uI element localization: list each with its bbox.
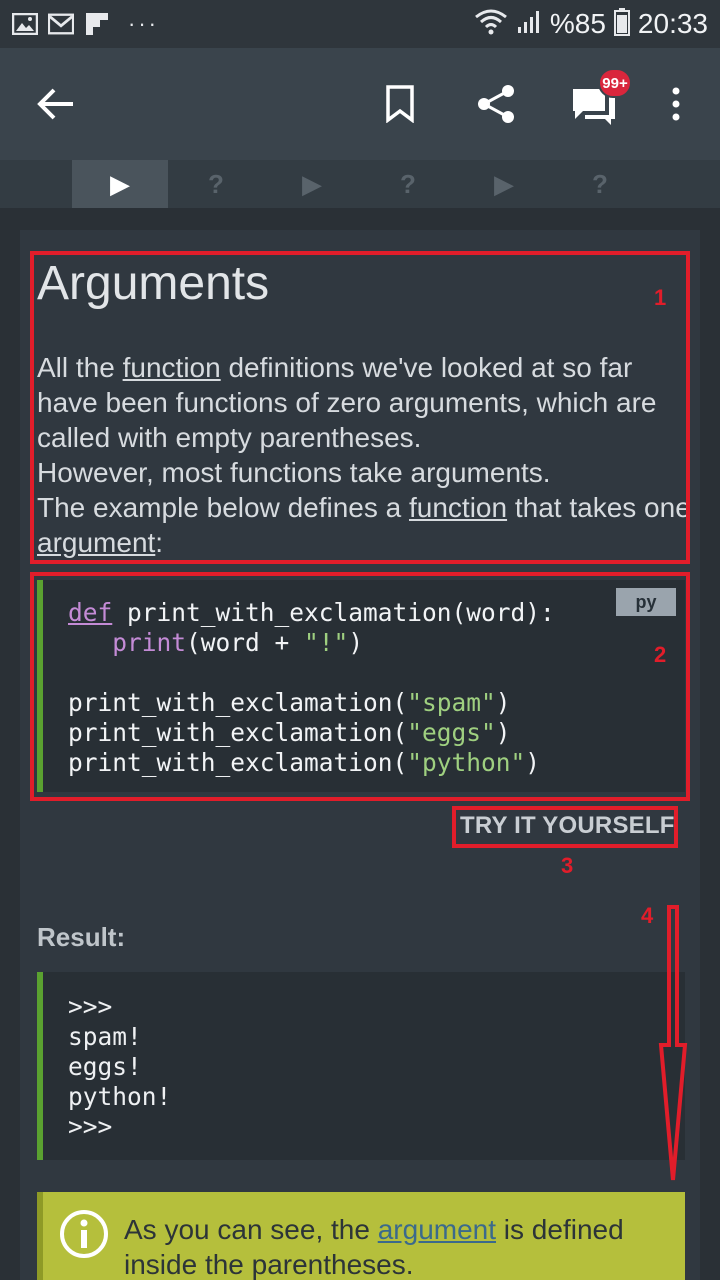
result-label: Result: (37, 922, 126, 952)
gallery-icon (12, 12, 38, 36)
annotation-number-2: 2 (654, 642, 667, 667)
tab-lesson-2[interactable]: ▶ (264, 160, 360, 208)
signal-icon (516, 9, 542, 40)
annotation-box-3 (452, 806, 678, 848)
wifi-icon (474, 9, 508, 40)
battery-percent: %85 (549, 8, 606, 39)
share-button[interactable] (466, 48, 526, 160)
tab-quiz-2[interactable]: ? (360, 160, 456, 208)
battery-icon (613, 7, 630, 41)
back-button[interactable] (28, 48, 84, 160)
tab-lesson-1[interactable]: ▶ (72, 160, 168, 208)
annotation-box-2 (30, 572, 690, 801)
play-icon: ▶ (302, 168, 322, 199)
back-arrow-icon (37, 88, 73, 120)
annotation-number-1: 1 (654, 285, 667, 310)
play-icon: ▶ (494, 168, 514, 199)
glossary-link-argument[interactable]: argument (378, 1214, 496, 1245)
app-bar: 99+ (0, 48, 720, 160)
share-icon (478, 85, 514, 123)
info-note-text: As you can see, the argument is defined … (124, 1214, 624, 1280)
bookmark-icon (386, 85, 414, 123)
tab-quiz-1[interactable]: ? (168, 160, 264, 208)
lesson-tabs: ▶ ? ▶ ? ▶ ? (0, 160, 720, 208)
annotation-number-4: 4 (641, 903, 654, 928)
question-icon: ? (400, 168, 416, 199)
question-icon: ? (208, 168, 224, 199)
play-icon: ▶ (110, 168, 130, 199)
tab-quiz-3[interactable]: ? (552, 160, 648, 208)
annotation-box-1 (30, 251, 690, 564)
flipboard-icon (84, 12, 110, 36)
bookmark-button[interactable] (372, 48, 428, 160)
question-icon: ? (592, 168, 608, 199)
gmail-icon (48, 12, 74, 36)
annotation-number-3: 3 (561, 853, 574, 878)
result-output: >>> spam! eggs! python! >>> (68, 992, 172, 1141)
more-vert-icon (672, 87, 680, 121)
info-icon (60, 1210, 108, 1258)
tab-lesson-3[interactable]: ▶ (456, 160, 552, 208)
more-options-button[interactable] (656, 48, 696, 160)
more-notifications-icon: ··· (128, 11, 159, 36)
notification-badge: 99+ (598, 68, 632, 98)
annotation-arrow-down-icon (658, 905, 688, 1181)
clock: 20:33 (637, 8, 708, 39)
comments-button[interactable] (562, 48, 626, 160)
status-bar: ··· %85 20:33 (0, 0, 720, 48)
